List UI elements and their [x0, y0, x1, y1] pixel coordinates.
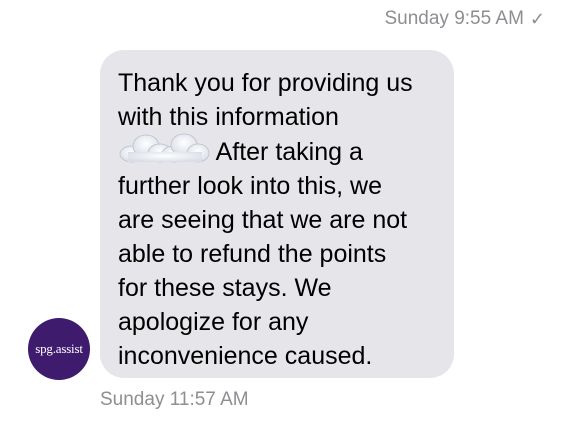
message-line-7: for these stays. We	[118, 274, 332, 302]
check-icon: ✓	[529, 9, 545, 29]
message-bubble[interactable]: Thank you for providing us with this inf…	[100, 50, 454, 378]
message-line-8: apologize for any	[118, 308, 309, 336]
sent-timestamp-text: Sunday 9:55 AM	[384, 8, 524, 29]
message-line-3: After taking a	[118, 133, 436, 169]
cloud-redaction-icon	[118, 133, 210, 164]
sent-timestamp: Sunday 9:55 AM ✓	[384, 6, 545, 32]
message-line-6: able to refund the points	[118, 240, 387, 268]
message-line-3-text: After taking a	[215, 138, 363, 166]
message-line-9: inconvenience caused.	[118, 342, 373, 370]
received-timestamp: Sunday 11:57 AM	[100, 389, 249, 410]
message-line-4: further look into this, we	[118, 172, 383, 200]
avatar-text: spg.assist	[35, 341, 83, 356]
avatar[interactable]: spg.assist	[28, 318, 90, 380]
message-line-5: are seeing that we are not	[118, 206, 408, 234]
message-line-1: Thank you for providing us	[118, 69, 413, 97]
message-line-2: with this information	[118, 103, 339, 131]
